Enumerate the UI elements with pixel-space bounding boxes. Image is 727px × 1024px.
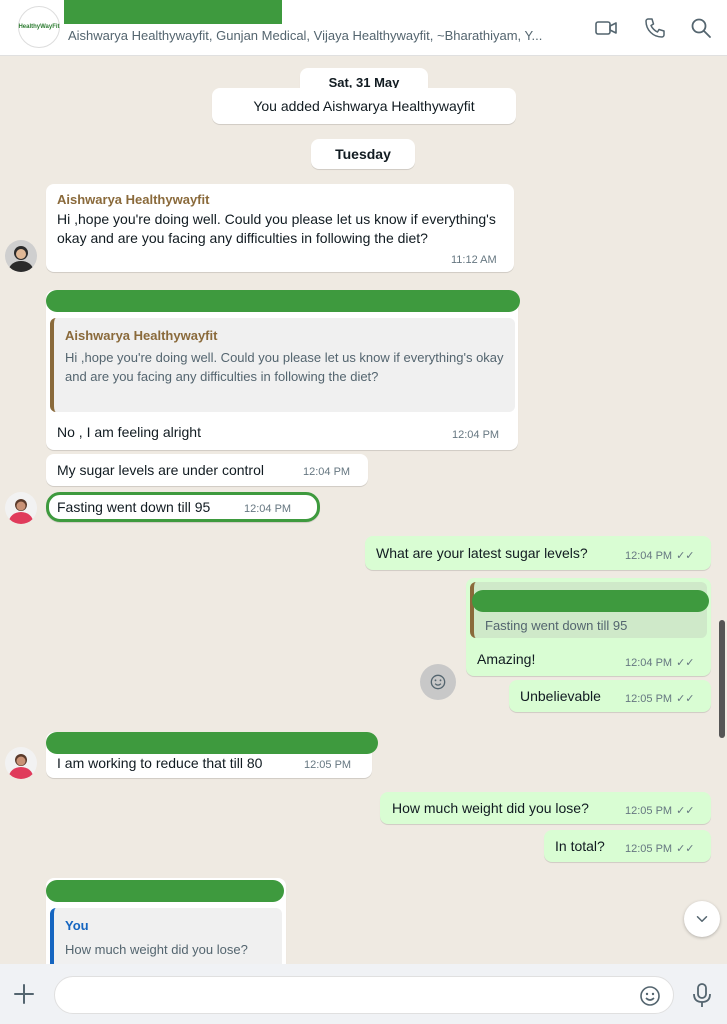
quote-text: Hi ,hope you're doing well. Could you pl… (65, 350, 504, 384)
quote-text: Fasting went down till 95 (485, 618, 628, 633)
message-time-row: 12:04 PM ✓✓ (625, 656, 695, 669)
sender-name: Aishwarya Healthywayfit (57, 192, 210, 207)
message-text: Unbelievable (520, 688, 601, 704)
message-time: 11:12 AM (451, 254, 497, 266)
message-input[interactable] (54, 976, 674, 1014)
message-bubble-outgoing[interactable]: Fasting went down till 95 Amazing! 12:04… (466, 578, 711, 676)
message-list[interactable]: Sat, 31 May You added Aishwarya Healthyw… (0, 56, 727, 964)
message-time: 12:04 PM (625, 550, 673, 562)
chevron-down-icon (696, 916, 708, 922)
read-receipt-icon: ✓✓ (676, 693, 695, 705)
read-receipt-icon: ✓✓ (676, 805, 695, 817)
message-bubble-outgoing[interactable]: How much weight did you lose? 12:05 PM ✓✓ (380, 792, 711, 824)
quote-text: How much weight did you lose? (65, 942, 248, 957)
message-time-row: 12:05 PM ✓✓ (625, 804, 695, 817)
emoji-icon[interactable] (638, 984, 662, 1008)
redacted-sender (472, 590, 709, 612)
message-bubble[interactable]: Fasting went down till 95 12:04 PM (46, 492, 320, 522)
message-text: In total? (555, 838, 605, 854)
message-text: How much weight did you lose? (392, 800, 589, 816)
avatar[interactable] (5, 240, 37, 272)
message-text: I am working to reduce that till 80 (57, 755, 263, 771)
scrollbar[interactable] (719, 620, 725, 738)
message-time: 12:04 PM (452, 429, 500, 441)
message-text: Amazing! (477, 651, 536, 667)
emoji-reaction-button[interactable] (420, 664, 456, 700)
chat-header: HealthyWayFit Aishwarya Healthywayfit, G… (0, 0, 727, 56)
redacted-sender (46, 732, 378, 754)
message-text: What are your latest sugar levels? (376, 545, 588, 561)
read-receipt-icon: ✓✓ (676, 843, 695, 855)
system-message: You added Aishwarya Healthywayfit (212, 88, 516, 124)
message-time: 12:05 PM (304, 759, 352, 771)
day-divider: Tuesday (311, 139, 415, 169)
message-time: 12:05 PM (625, 805, 673, 817)
read-receipt-icon: ✓✓ (676, 657, 695, 669)
redacted-sender (46, 290, 520, 312)
message-time: 12:04 PM (625, 657, 673, 669)
redacted-sender (46, 880, 284, 902)
read-receipt-icon: ✓✓ (676, 550, 695, 562)
phone-icon[interactable] (643, 16, 667, 40)
message-bubble-outgoing[interactable]: What are your latest sugar levels? 12:04… (365, 536, 711, 570)
message-bubble[interactable]: My sugar levels are under control 12:04 … (46, 454, 368, 486)
quoted-message[interactable]: Fasting went down till 95 (470, 582, 709, 638)
message-bubble-outgoing[interactable]: Unbelievable 12:05 PM ✓✓ (509, 680, 711, 712)
quoted-message[interactable]: You How much weight did you lose? (50, 908, 282, 964)
message-time-row: 12:04 PM ✓✓ (625, 549, 695, 562)
message-time: 12:05 PM (625, 843, 673, 855)
message-bubble[interactable]: Aishwarya Healthywayfit Hi ,hope you're … (46, 184, 514, 272)
message-bubble-outgoing[interactable]: In total? 12:05 PM ✓✓ (544, 830, 711, 862)
group-avatar[interactable]: HealthyWayFit (18, 6, 60, 48)
message-bubble[interactable]: Aishwarya Healthywayfit Hi ,hope you're … (46, 290, 520, 450)
microphone-icon[interactable] (690, 982, 714, 1008)
quote-sender: Aishwarya Healthywayfit (65, 328, 218, 343)
message-bubble[interactable]: I am working to reduce that till 80 12:0… (46, 732, 378, 778)
message-time-row: 12:05 PM ✓✓ (625, 842, 695, 855)
scroll-to-bottom-button[interactable] (684, 901, 720, 937)
video-icon[interactable] (594, 16, 618, 40)
search-icon[interactable] (689, 16, 713, 40)
message-text: No , I am feeling alright (57, 424, 201, 440)
quoted-message[interactable]: Aishwarya Healthywayfit Hi ,hope you're … (50, 318, 515, 412)
message-text: My sugar levels are under control (57, 462, 264, 478)
composer-bar (0, 964, 727, 1024)
plus-icon[interactable] (12, 982, 36, 1006)
logo-text: HealthyWayFit (18, 24, 60, 30)
avatar[interactable] (5, 492, 37, 524)
quote-sender: You (65, 918, 89, 933)
message-time-row: 12:05 PM ✓✓ (625, 692, 695, 705)
message-text: Hi ,hope you're doing well. Could you pl… (57, 211, 496, 246)
message-time: 12:04 PM (244, 503, 292, 515)
message-time: 12:05 PM (625, 693, 673, 705)
message-bubble[interactable]: You How much weight did you lose? (46, 878, 286, 964)
avatar[interactable] (5, 747, 37, 779)
message-time: 12:04 PM (303, 466, 351, 478)
message-text: Fasting went down till 95 (57, 499, 211, 515)
participants-list[interactable]: Aishwarya Healthywayfit, Gunjan Medical,… (68, 28, 588, 43)
redacted-group-title (64, 0, 282, 24)
